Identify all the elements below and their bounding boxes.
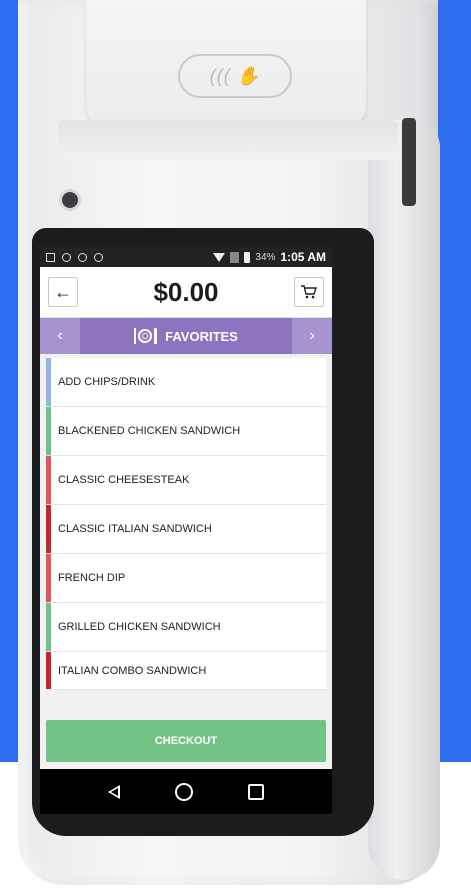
menu-item-label: CLASSIC CHEESESTEAK [58,474,190,486]
checkout-label: CHECKOUT [154,735,218,747]
chevron-right-icon: › [309,327,315,344]
item-color-tag [46,407,51,455]
item-color-tag [46,603,51,651]
item-color-tag [46,505,51,553]
back-arrow-icon: ← [54,281,72,302]
menu-item-label: BLACKENED CHICKEN SANDWICH [58,425,241,437]
nav-home-icon[interactable] [174,782,193,801]
no-sim-icon [230,251,240,263]
clock: 1:05 AM [280,250,326,264]
cart-icon [301,285,317,299]
menu-item[interactable]: ITALIAN COMBO SANDWICH [46,652,326,690]
menu-item-label: GRILLED CHICKEN SANDWICH [58,621,221,633]
sync-icon [94,252,103,262]
category-next-button[interactable]: › [292,318,332,354]
menu-item[interactable]: BLACKENED CHICKEN SANDWICH [46,407,326,456]
front-camera [62,192,78,208]
contactless-icon: ((( ✋ [178,54,292,98]
category-title: FAVORITES [165,328,238,344]
printer-lip [58,120,398,160]
category-title-area: FAVORITES [80,318,292,354]
item-color-tag [46,652,51,689]
battery-percent: 34% [255,251,276,263]
sync-icon [78,252,87,262]
item-color-tag [46,456,51,504]
nav-recents-icon[interactable] [248,783,265,800]
item-color-tag [46,554,51,602]
menu-item-label: ADD CHIPS/DRINK [58,376,156,388]
menu-item[interactable]: GRILLED CHICKEN SANDWICH [46,603,326,652]
plate-fork-knife-icon [134,328,158,344]
header: ← $0.00 [40,267,332,318]
menu-item[interactable]: CLASSIC CHEESESTEAK [46,456,326,505]
nav-back-icon[interactable] [107,784,120,799]
category-bar: ‹ FAVORITES › [40,318,332,354]
wifi-icon [213,252,226,262]
cart-button[interactable] [294,277,324,307]
battery-icon [244,251,251,263]
checkout-button[interactable]: CHECKOUT [46,720,326,762]
status-bar: 34% 1:05 AM [40,247,332,267]
terminal-side-rail [368,120,440,880]
android-nav-bar [40,769,332,814]
menu-item-label: ITALIAN COMBO SANDWICH [58,664,207,677]
chevron-left-icon: ‹ [57,327,63,344]
gallery-icon [46,252,55,262]
item-color-tag [46,358,51,406]
menu-item[interactable]: CLASSIC ITALIAN SANDWICH [46,505,326,554]
app-screen: 34% 1:05 AM ← $0.00 ‹ FAVORITES › ADD CH… [40,247,332,814]
menu-item[interactable]: FRENCH DIP [46,554,326,603]
sync-icon [62,252,71,262]
menu-item-label: FRENCH DIP [58,572,126,584]
menu-item-label: CLASSIC ITALIAN SANDWICH [58,523,212,535]
order-total: $0.00 [153,276,219,307]
side-button [402,118,416,206]
category-prev-button[interactable]: ‹ [40,318,80,354]
menu-item-list: ADD CHIPS/DRINK BLACKENED CHICKEN SANDWI… [46,358,326,690]
back-button[interactable]: ← [48,277,78,307]
menu-item[interactable]: ADD CHIPS/DRINK [46,358,326,407]
